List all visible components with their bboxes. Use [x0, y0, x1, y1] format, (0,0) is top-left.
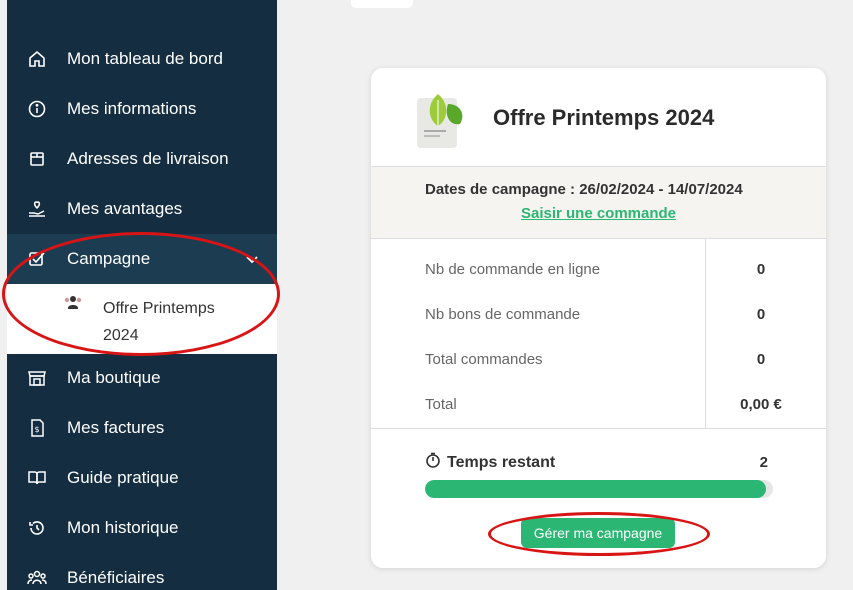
order-link[interactable]: Saisir une commande	[371, 205, 826, 222]
campaign-card: Offre Printemps 2024 Dates de campagne :…	[371, 68, 826, 568]
svg-text:$: $	[35, 425, 40, 434]
book-icon	[27, 468, 47, 488]
sidebar-subitem-label: Offre Printemps 2024	[103, 300, 215, 344]
stat-row: Nb de commande en ligne 0	[371, 249, 826, 294]
sidebar-item-label: Mon tableau de bord	[67, 49, 223, 68]
time-remaining-value: 2	[759, 454, 768, 471]
stat-value: 0	[756, 351, 766, 368]
sidebar-item-label: Adresses de livraison	[67, 149, 229, 168]
group-icon	[63, 294, 83, 317]
checkbox-edit-icon	[27, 249, 47, 269]
top-tab-stub	[351, 0, 413, 8]
stat-value: 0	[756, 261, 766, 278]
time-remaining-label: Temps restant	[425, 452, 555, 473]
stat-value: 0,00 €	[740, 396, 782, 413]
stat-value: 0	[756, 306, 766, 323]
stat-row: Nb bons de commande 0	[371, 294, 826, 339]
sidebar-item-label: Campagne	[67, 249, 151, 268]
sidebar-item-history[interactable]: Mon historique	[7, 503, 277, 553]
sidebar-item-dashboard[interactable]: Mon tableau de bord	[7, 34, 277, 84]
chevron-down-icon[interactable]	[245, 251, 259, 271]
sidebar-item-label: Guide pratique	[67, 468, 179, 487]
sidebar-item-label: Mes avantages	[67, 199, 183, 218]
hand-heart-icon	[27, 199, 47, 219]
time-progress-bar	[425, 480, 773, 498]
sidebar-item-label: Mes informations	[67, 99, 197, 118]
campaign-dates-box: Dates de campagne : 26/02/2024 - 14/07/2…	[371, 167, 826, 239]
campaign-dates: Dates de campagne : 26/02/2024 - 14/07/2…	[425, 181, 743, 198]
home-icon	[27, 49, 47, 69]
campaign-stats: Nb de commande en ligne 0 Nb bons de com…	[371, 239, 826, 429]
users-icon	[27, 568, 47, 588]
sidebar-item-addresses[interactable]: Adresses de livraison	[7, 134, 277, 184]
sidebar-item-label: Mes factures	[67, 418, 165, 437]
sidebar-item-campaign[interactable]: Campagne	[7, 234, 277, 284]
campaign-title: Offre Printemps 2024	[493, 105, 715, 130]
sidebar: Mon tableau de bord Mes informations Adr…	[7, 0, 277, 590]
invoice-icon: $	[27, 418, 47, 438]
leaf-logo-icon	[416, 92, 468, 155]
sidebar-item-label: Bénéficiaires	[67, 568, 165, 587]
sidebar-item-label: Ma boutique	[67, 368, 161, 387]
sidebar-item-invoices[interactable]: $ Mes factures	[7, 403, 277, 453]
info-icon	[27, 99, 47, 119]
sidebar-subitem-campaign[interactable]: Offre Printemps 2024	[7, 284, 277, 354]
store-icon	[27, 368, 47, 388]
time-remaining-text: Temps restant	[447, 453, 556, 471]
card-header: Offre Printemps 2024	[371, 68, 826, 167]
sidebar-item-label: Mon historique	[67, 518, 179, 537]
stat-row: Total 0,00 €	[371, 384, 826, 429]
stat-label: Nb bons de commande	[425, 306, 581, 323]
sidebar-item-shop[interactable]: Ma boutique	[7, 353, 277, 403]
stat-row: Total commandes 0	[371, 339, 826, 384]
sidebar-item-advantages[interactable]: Mes avantages	[7, 184, 277, 234]
stat-label: Total	[425, 396, 457, 413]
package-icon	[27, 149, 47, 169]
sidebar-item-beneficiaries[interactable]: Bénéficiaires	[7, 553, 277, 590]
timer-icon	[425, 452, 441, 473]
manage-campaign-button[interactable]: Gérer ma campagne	[521, 518, 675, 548]
time-progress-fill	[425, 480, 767, 498]
stat-label: Total commandes	[425, 351, 543, 368]
history-icon	[27, 518, 47, 538]
sidebar-item-informations[interactable]: Mes informations	[7, 84, 277, 134]
stat-label: Nb de commande en ligne	[425, 261, 601, 278]
sidebar-item-guide[interactable]: Guide pratique	[7, 453, 277, 503]
